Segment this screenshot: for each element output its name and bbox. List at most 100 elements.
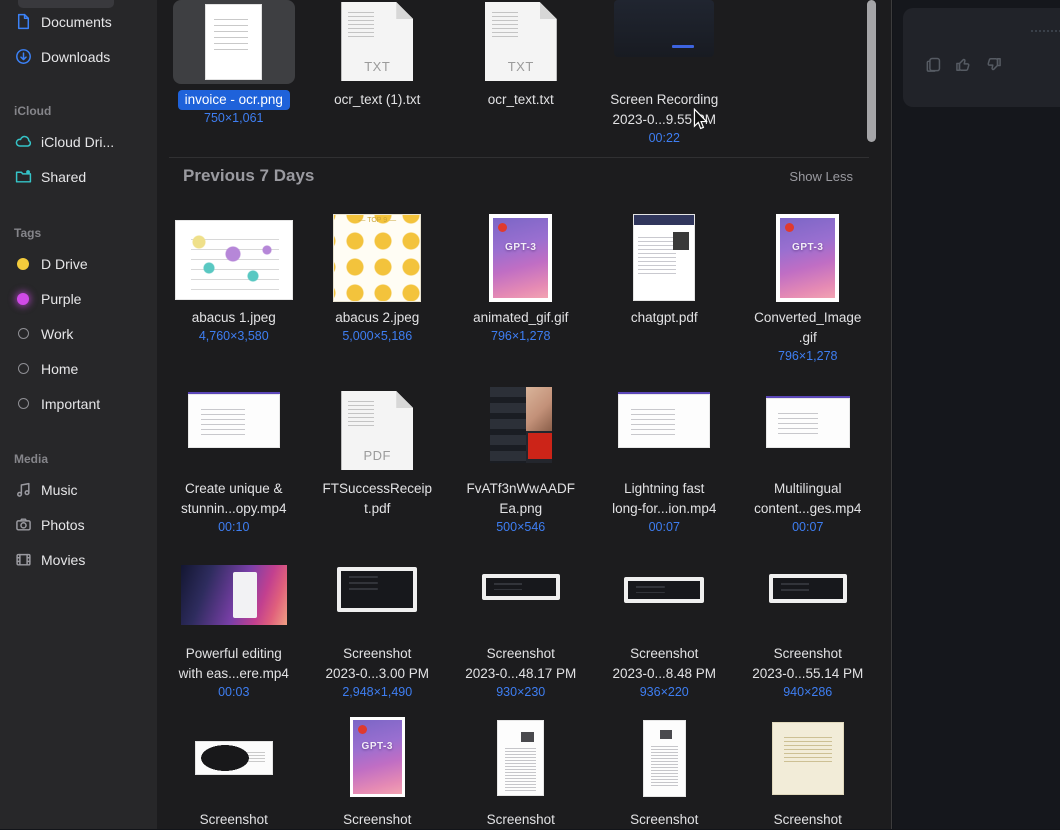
file-name: ocr_text (1).txt [334,90,420,110]
file-name: Multilingualcontent...ges.mp4 [754,479,861,519]
tag-circle-icon [14,360,32,378]
sidebar-item-label: Home [41,361,78,377]
tag-dot-icon [14,290,32,308]
file-tile-multilingual-content-ges-mp4[interactable]: Multilingualcontent...ges.mp400:07 [736,380,880,534]
selected-thumbnail-background [173,0,295,84]
file-thumbnail[interactable]: GPT-3 [449,205,593,302]
copy-icon[interactable] [925,56,942,73]
file-tile-screenshot-2023-0-55-14-pm[interactable]: Screenshot2023-0...55.14 PM940×286 [736,558,880,699]
sidebar-section-header-icloud: iCloud [14,100,157,124]
sidebar-item-label: Purple [41,291,81,307]
file-tile-lightning-fast-long-for-ion-mp4[interactable]: Lightning fastlong-for...ion.mp400:07 [593,380,737,534]
file-thumbnail[interactable] [162,558,306,638]
sidebar-item-purple[interactable]: Purple [14,281,157,316]
file-thumbnail[interactable] [736,712,880,804]
file-tile-fvatf3nwwaadf-ea-png[interactable]: FvATf3nWwAADFEa.png500×546 [449,380,593,534]
sidebar-item-home[interactable]: Home [14,351,157,386]
thumbs-up-icon[interactable] [955,56,972,73]
file-name: animated_gif.gif [473,308,568,328]
file-thumbnail[interactable]: GPT-3 [736,205,880,302]
file-thumbnail[interactable] [593,558,737,638]
file-thumbnail[interactable] [162,0,306,84]
sidebar-item-d-drive[interactable]: D Drive [14,246,157,281]
background-app-window [893,0,1060,829]
file-tile-ocr-text-1-txt[interactable]: TXT ocr_text (1).txt [306,0,450,145]
file-meta: 796×1,278 [778,349,837,363]
file-tile-abacus-2-jpeg[interactable]: abacus 2.jpeg5,000×5,186 [306,205,450,363]
file-name: Screenshot [774,810,842,830]
file-meta: 2,948×1,490 [342,685,412,699]
file-tile-powerful-editing-with-eas-ere-mp4[interactable]: Powerful editingwith eas...ere.mp400:03 [162,558,306,699]
file-thumbnail[interactable] [593,205,737,302]
camera-icon [14,516,32,534]
file-tile-screenshot[interactable]: Screenshot [736,712,880,830]
show-less-button[interactable]: Show Less [789,169,853,184]
file-tile-screenshot[interactable]: GPT-3Screenshot [306,712,450,830]
file-tile-screenshot[interactable]: Screenshot [449,712,593,830]
file-tile-invoice-ocr-png[interactable]: invoice - ocr.png750×1,061 [162,0,306,145]
thumbnail-title-text: GPT-3 [362,741,393,752]
file-tile-ocr-text-txt[interactable]: TXT ocr_text.txt [449,0,593,145]
file-thumbnail[interactable] [306,558,450,638]
sidebar-item-movies[interactable]: Movies [14,542,157,577]
file-tile-ftsuccessreceip-t-pdf[interactable]: PDF FTSuccessReceipt.pdf [306,380,450,534]
file-thumbnail[interactable] [162,205,306,302]
finder-content-area: invoice - ocr.png750×1,061TXTocr_text (1… [157,0,879,829]
file-tile-chatgpt-pdf[interactable]: chatgpt.pdf [593,205,737,363]
sidebar-item-work[interactable]: Work [14,316,157,351]
file-meta: 930×230 [496,685,545,699]
file-tile-screen-recording-2023-0-9-55-pm[interactable]: Screen Recording2023-0...9.55 PM00:22 [593,0,737,145]
tag-circle-icon [14,325,32,343]
file-thumbnail[interactable] [449,380,593,473]
file-thumbnail[interactable] [449,712,593,804]
vertical-scrollbar-thumb[interactable] [867,0,876,142]
file-tile-animated-gif-gif[interactable]: GPT-3animated_gif.gif796×1,278 [449,205,593,363]
sidebar-item-important[interactable]: Important [14,386,157,421]
film-icon [14,551,32,569]
file-tile-screenshot-2023-0-8-48-pm[interactable]: Screenshot2023-0...8.48 PM936×220 [593,558,737,699]
sidebar-item-downloads[interactable]: Downloads [14,39,157,74]
file-thumbnail[interactable] [736,558,880,638]
file-thumbnail[interactable] [593,0,737,84]
file-thumbnail[interactable] [162,380,306,473]
file-thumbnail[interactable]: TXT [306,0,450,84]
sidebar-item-shared[interactable]: Shared [14,159,157,194]
sidebar-section-header-media: Media [14,448,157,472]
file-name: Screenshot [630,810,698,830]
file-name: FTSuccessReceipt.pdf [322,479,432,519]
file-tile-create-unique-stunnin-opy-mp4[interactable]: Create unique &stunnin...opy.mp400:10 [162,380,306,534]
sidebar-item-icloud-dri[interactable]: iCloud Dri... [14,124,157,159]
download-icon [14,48,32,66]
sidebar-item-label: iCloud Dri... [41,134,114,150]
file-thumbnail[interactable]: PDF [306,380,450,473]
file-name: Screenshot2023-0...55.14 PM [752,644,863,684]
file-name: ocr_text.txt [488,90,554,110]
file-tile-screenshot[interactable]: Screenshot [593,712,737,830]
file-tile-screenshot-2023-0-48-17-pm[interactable]: Screenshot2023-0...48.17 PM930×230 [449,558,593,699]
file-tile-screenshot[interactable]: Screenshot [162,712,306,830]
file-tile-screenshot-2023-0-3-00-pm[interactable]: Screenshot2023-0...3.00 PM2,948×1,490 [306,558,450,699]
thumbs-down-icon[interactable] [985,56,1002,73]
file-name: Screenshot2023-0...3.00 PM [325,644,429,684]
file-thumbnail[interactable] [162,712,306,804]
sidebar-item-photos[interactable]: Photos [14,507,157,542]
sidebar-item-label: Documents [41,14,112,30]
file-tile-converted-image-gif[interactable]: GPT-3Converted_Image.gif796×1,278 [736,205,880,363]
file-thumbnail[interactable]: GPT-3 [306,712,450,804]
sidebar-item-music[interactable]: Music [14,472,157,507]
file-thumbnail[interactable] [736,380,880,473]
file-name: abacus 1.jpeg [192,308,276,328]
file-name: abacus 2.jpeg [335,308,419,328]
file-thumbnail[interactable] [593,712,737,804]
sidebar-item-partial[interactable] [18,0,114,8]
sidebar-item-documents[interactable]: Documents [14,4,157,39]
tag-dot-icon [14,255,32,273]
file-meta: 00:10 [218,520,249,534]
file-tile-abacus-1-jpeg[interactable]: abacus 1.jpeg4,760×3,580 [162,205,306,363]
file-thumbnail[interactable] [306,205,450,302]
file-thumbnail[interactable] [593,380,737,473]
file-thumbnail[interactable] [449,558,593,638]
file-name: Screenshot [200,810,268,830]
sidebar-item-label: Photos [41,517,85,533]
file-thumbnail[interactable]: TXT [449,0,593,84]
